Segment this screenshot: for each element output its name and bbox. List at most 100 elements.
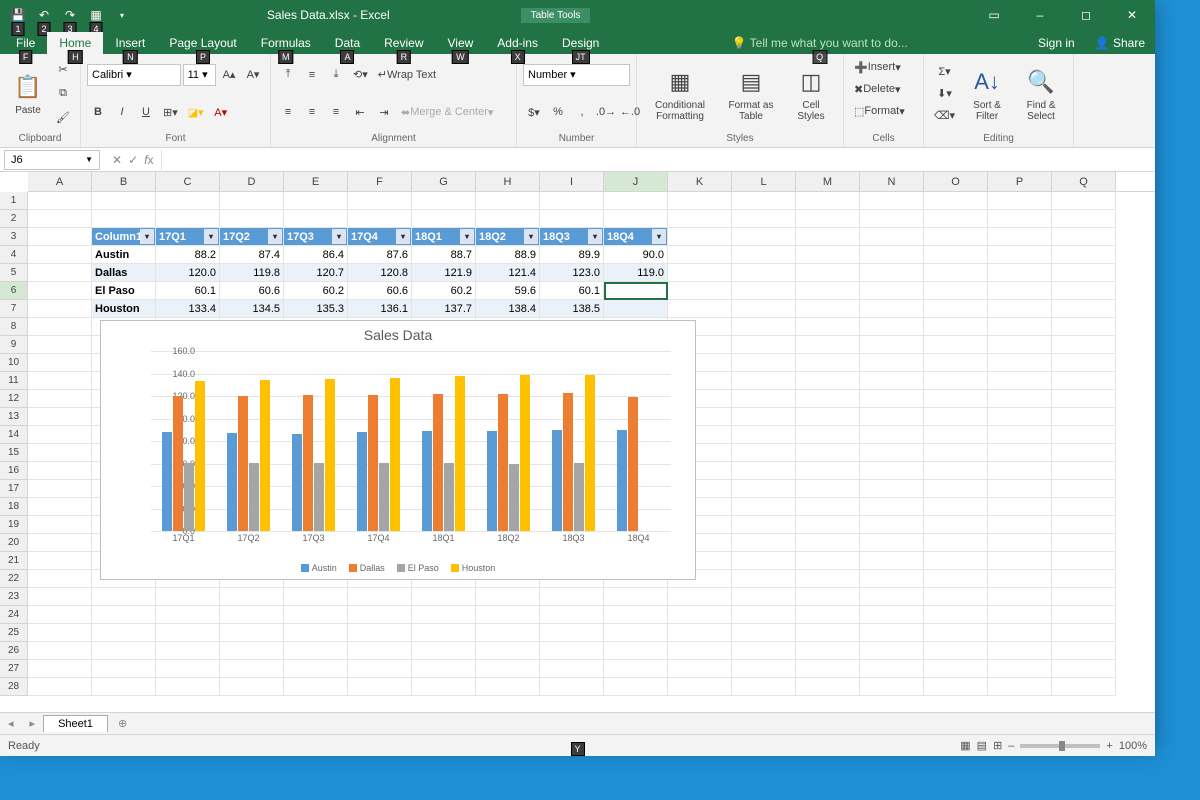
cell[interactable] <box>988 264 1052 282</box>
qat-save[interactable]: 💾1 <box>6 4 30 26</box>
cell[interactable] <box>284 192 348 210</box>
cell[interactable] <box>988 372 1052 390</box>
cell[interactable] <box>924 300 988 318</box>
row-header[interactable]: 1 <box>0 192 28 210</box>
cell[interactable] <box>284 678 348 696</box>
cell[interactable] <box>988 570 1052 588</box>
autosum-icon[interactable]: Σ▾ <box>930 61 959 83</box>
sheet-nav-next-icon[interactable]: ▸ <box>22 717 44 730</box>
sheet-nav-prev-icon[interactable]: ◂ <box>0 717 22 730</box>
row-header[interactable]: 19 <box>0 516 28 534</box>
cell[interactable] <box>732 480 796 498</box>
cell[interactable] <box>92 642 156 660</box>
cell[interactable] <box>284 660 348 678</box>
cell[interactable] <box>1052 210 1116 228</box>
col-header[interactable]: M <box>796 172 860 191</box>
cell[interactable] <box>28 210 92 228</box>
cell[interactable] <box>732 462 796 480</box>
align-bottom-icon[interactable]: ⤓ <box>325 64 347 86</box>
row-header[interactable]: 16 <box>0 462 28 480</box>
cell[interactable] <box>28 228 92 246</box>
cell[interactable] <box>604 642 668 660</box>
cell[interactable] <box>284 606 348 624</box>
cell[interactable] <box>860 354 924 372</box>
row-header[interactable]: 7 <box>0 300 28 318</box>
cell[interactable] <box>796 300 860 318</box>
cell[interactable] <box>1052 300 1116 318</box>
cell[interactable]: Austin <box>92 246 156 264</box>
cell[interactable] <box>476 660 540 678</box>
cell[interactable]: 88.7 <box>412 246 476 264</box>
cell[interactable] <box>156 642 220 660</box>
cell[interactable] <box>924 516 988 534</box>
cell[interactable] <box>28 264 92 282</box>
cell[interactable] <box>924 246 988 264</box>
cell[interactable] <box>412 192 476 210</box>
cell[interactable] <box>1052 516 1116 534</box>
cell[interactable] <box>540 678 604 696</box>
decrease-indent-icon[interactable]: ⇤ <box>349 101 371 123</box>
cell[interactable] <box>732 498 796 516</box>
cell[interactable] <box>860 300 924 318</box>
cell[interactable]: 88.2 <box>156 246 220 264</box>
row-header[interactable]: 25 <box>0 624 28 642</box>
row-header[interactable]: 13 <box>0 408 28 426</box>
cell-styles-button[interactable]: ◫Cell Styles <box>785 60 837 128</box>
cell[interactable]: 136.1 <box>348 300 412 318</box>
cell[interactable] <box>924 588 988 606</box>
cell[interactable] <box>540 192 604 210</box>
tab-formulas[interactable]: FormulasM <box>249 32 323 54</box>
insert-cells-button[interactable]: ➕ Insert▾ <box>850 56 905 78</box>
cell[interactable]: 60.2 <box>412 282 476 300</box>
cell[interactable] <box>1052 462 1116 480</box>
cell[interactable] <box>412 678 476 696</box>
cell[interactable] <box>540 606 604 624</box>
cell[interactable] <box>668 264 732 282</box>
cell[interactable] <box>796 210 860 228</box>
cell[interactable] <box>412 588 476 606</box>
sheet-tab[interactable]: Sheet1 <box>43 715 108 732</box>
sign-in-link[interactable]: Sign in <box>1028 32 1085 54</box>
cell[interactable] <box>1052 480 1116 498</box>
cell[interactable] <box>988 480 1052 498</box>
qat-more[interactable]: ▾ <box>110 4 134 26</box>
cell[interactable] <box>924 390 988 408</box>
cell[interactable] <box>924 264 988 282</box>
cell[interactable] <box>284 210 348 228</box>
cell[interactable] <box>796 534 860 552</box>
cell[interactable] <box>540 642 604 660</box>
row-header[interactable]: 21 <box>0 552 28 570</box>
zoom-level[interactable]: 100% <box>1119 740 1147 752</box>
cell[interactable] <box>92 624 156 642</box>
cell[interactable] <box>220 624 284 642</box>
cell[interactable] <box>668 282 732 300</box>
copy-button[interactable]: ⧉ <box>52 83 74 105</box>
cell[interactable] <box>28 642 92 660</box>
cell[interactable]: 120.8 <box>348 264 412 282</box>
cell[interactable] <box>412 624 476 642</box>
filter-dropdown-icon[interactable]: ▾ <box>204 229 218 244</box>
col-header[interactable]: A <box>28 172 92 191</box>
cell[interactable] <box>924 372 988 390</box>
cell[interactable] <box>860 390 924 408</box>
cell[interactable] <box>732 552 796 570</box>
cell[interactable] <box>732 282 796 300</box>
cell[interactable] <box>220 210 284 228</box>
filter-dropdown-icon[interactable]: ▾ <box>268 229 282 244</box>
cell[interactable] <box>796 336 860 354</box>
cell[interactable]: 135.3 <box>284 300 348 318</box>
wrap-text-button[interactable]: ↵ Wrap Text <box>374 64 440 86</box>
cell[interactable] <box>860 282 924 300</box>
cell[interactable] <box>988 606 1052 624</box>
cell[interactable] <box>924 210 988 228</box>
cell[interactable] <box>668 660 732 678</box>
format-cells-button[interactable]: ⬚ Format▾ <box>850 100 909 122</box>
col-header[interactable]: G <box>412 172 476 191</box>
cell[interactable] <box>1052 408 1116 426</box>
cell[interactable] <box>860 210 924 228</box>
cell[interactable] <box>92 210 156 228</box>
row-header[interactable]: 6 <box>0 282 28 300</box>
find-select-button[interactable]: 🔍Find & Select <box>1015 60 1067 128</box>
cell[interactable] <box>924 624 988 642</box>
cell[interactable] <box>860 534 924 552</box>
